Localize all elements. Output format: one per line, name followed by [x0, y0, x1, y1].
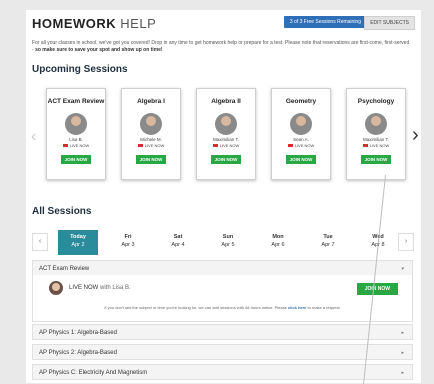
- card-subject: Algebra II: [211, 98, 241, 105]
- live-video-icon: [287, 144, 293, 148]
- session-card[interactable]: Algebra I Michele M. LIVE NOW JOIN NOW: [121, 88, 181, 180]
- prev-day-icon[interactable]: ‹: [32, 233, 48, 251]
- accordion-row[interactable]: AP Physics 1: Algebra-Based ▸: [32, 324, 413, 340]
- tutor-avatar: [49, 281, 63, 295]
- tutor-name: Sean A.: [293, 137, 309, 142]
- edit-subjects-button[interactable]: EDIT SUBJECTS: [364, 16, 415, 30]
- next-arrow-icon[interactable]: ›: [412, 124, 419, 147]
- live-video-icon: [362, 144, 368, 148]
- prev-arrow-icon[interactable]: ‹: [31, 128, 36, 146]
- accordion-act-exam-review[interactable]: ACT Exam Review ▾: [32, 260, 413, 276]
- join-now-button[interactable]: JOIN NOW: [285, 155, 317, 164]
- live-line: LIVE NOW with Lisa B.: [69, 285, 131, 291]
- all-sessions-heading: All Sessions: [32, 206, 92, 217]
- free-sessions-button[interactable]: 3 of 3 Free Sessions Remaining: [283, 16, 367, 28]
- join-now-button[interactable]: JOIN NOW: [60, 155, 92, 164]
- accordion-title: ACT Exam Review: [39, 266, 90, 272]
- live-video-icon: [137, 144, 143, 148]
- tutor-avatar: [140, 113, 162, 135]
- upcoming-cards: ACT Exam Review Lisa B. LIVE NOW JOIN NO…: [46, 88, 406, 188]
- live-status: LIVE NOW: [197, 143, 255, 148]
- accordion-title: AP Physics 2: Algebra-Based: [39, 350, 117, 356]
- chevron-right-icon: ▸: [401, 370, 404, 376]
- tutor-avatar: [290, 113, 312, 135]
- accordion-row[interactable]: AP Physics 2: Algebra-Based ▸: [32, 344, 413, 360]
- accordion-title: AP Physics C: Electricity And Magnetism: [39, 370, 148, 376]
- upcoming-heading: Upcoming Sessions: [32, 64, 128, 75]
- session-card[interactable]: Algebra II Maximilian T. LIVE NOW JOIN N…: [196, 88, 256, 180]
- card-subject: Psychology: [357, 98, 395, 105]
- chevron-right-icon: ▸: [401, 350, 404, 356]
- live-status: LIVE NOW: [47, 143, 105, 148]
- day-tab[interactable]: Fri Apr 3: [108, 230, 148, 255]
- click-here-link[interactable]: click here: [288, 305, 306, 310]
- live-status: LIVE NOW: [347, 143, 405, 148]
- card-subject: ACT Exam Review: [47, 98, 105, 105]
- card-subject: Algebra I: [137, 98, 165, 105]
- intro-text: For all your classes in school, we've go…: [32, 40, 412, 54]
- day-selector: ‹ Today Apr 2 Fri Apr 3 Sat Apr 4 Sun Apr 5 …: [32, 230, 414, 255]
- join-now-button[interactable]: JOIN NOW: [360, 155, 392, 164]
- title-help: HELP: [120, 16, 157, 31]
- day-tab[interactable]: Mon Apr 6: [258, 230, 298, 255]
- page-title: HOMEWORK HELP: [32, 16, 156, 31]
- day-tab[interactable]: Sun Apr 5: [208, 230, 248, 255]
- join-now-button[interactable]: JOIN NOW: [210, 155, 242, 164]
- session-card[interactable]: ACT Exam Review Lisa B. LIVE NOW JOIN NO…: [46, 88, 106, 180]
- tutor-name: Lisa B.: [69, 137, 83, 142]
- accordion-body: LIVE NOW with Lisa B. JOIN NOW If you do…: [32, 275, 413, 322]
- live-status: LIVE NOW: [272, 143, 330, 148]
- tutor-avatar: [365, 113, 387, 135]
- day-tab[interactable]: Tue Apr 7: [308, 230, 348, 255]
- tutor-name: Maximilian T.: [213, 137, 239, 142]
- session-card[interactable]: Psychology Maximilian T. LIVE NOW JOIN N…: [346, 88, 406, 180]
- homework-help-page: HOMEWORK HELP 3 of 3 Free Sessions Remai…: [26, 10, 421, 383]
- intro-bold: so make sure to save your spot and show …: [35, 47, 163, 53]
- tutor-name: Michele M.: [140, 137, 162, 142]
- next-day-icon[interactable]: ›: [398, 233, 414, 251]
- live-video-icon: [62, 144, 68, 148]
- session-card[interactable]: Geometry Sean A. LIVE NOW JOIN NOW: [271, 88, 331, 180]
- tutor-name: Maximilian T.: [363, 137, 389, 142]
- tutor-avatar: [215, 113, 237, 135]
- join-now-button[interactable]: JOIN NOW: [135, 155, 167, 164]
- live-video-icon: [212, 144, 218, 148]
- day-tab[interactable]: Sat Apr 4: [158, 230, 198, 255]
- live-status: LIVE NOW: [122, 143, 180, 148]
- tutor-avatar: [65, 113, 87, 135]
- join-now-button[interactable]: JOIN NOW: [356, 283, 398, 295]
- day-tab-today[interactable]: Today Apr 2: [58, 230, 98, 255]
- accordion-title: AP Physics 1: Algebra-Based: [39, 330, 117, 336]
- title-homework: HOMEWORK: [32, 16, 117, 31]
- accordion-row[interactable]: AP Physics C: Electricity And Magnetism …: [32, 364, 413, 380]
- request-note: If you don't see the subject or time you…: [104, 305, 341, 310]
- chevron-right-icon: ▸: [401, 330, 404, 336]
- card-subject: Geometry: [285, 98, 317, 105]
